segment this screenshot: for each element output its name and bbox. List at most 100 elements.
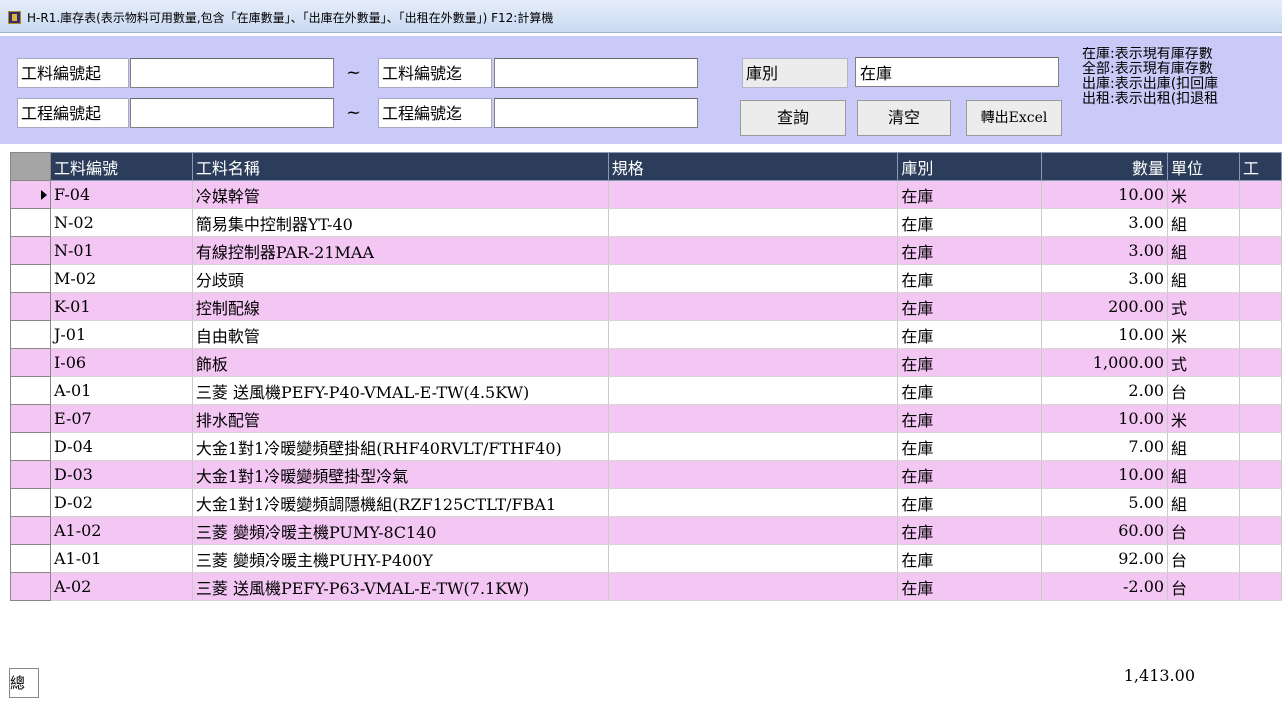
row-selector[interactable] (10, 516, 51, 545)
cell-partial[interactable] (1239, 404, 1282, 433)
row-selector[interactable] (10, 376, 51, 405)
cell-partial[interactable] (1239, 460, 1282, 489)
table-row[interactable]: D-03 大金1對1冷暖變頻壁掛型冷氣 在庫 10.00 組 (10, 460, 1282, 489)
cell-material-code[interactable]: D-04 (50, 432, 193, 461)
table-row[interactable]: N-02 簡易集中控制器YT-40 在庫 3.00 組 (10, 208, 1282, 237)
row-selector[interactable] (10, 236, 51, 265)
cell-spec[interactable] (608, 376, 899, 405)
column-header-spec[interactable]: 規格 (607, 152, 899, 181)
cell-spec[interactable] (608, 516, 899, 545)
cell-unit[interactable]: 組 (1167, 488, 1240, 517)
cell-quantity[interactable]: 10.00 (1041, 404, 1169, 433)
material-to-input[interactable] (494, 58, 698, 88)
cell-unit[interactable]: 台 (1167, 516, 1240, 545)
cell-unit[interactable]: 米 (1167, 320, 1240, 349)
table-row[interactable]: I-06 飾板 在庫 1,000.00 式 (10, 348, 1282, 377)
cell-material-code[interactable]: A1-01 (50, 544, 193, 573)
export-excel-button[interactable]: 轉出Excel (966, 100, 1062, 136)
clear-button[interactable]: 清空 (857, 100, 951, 136)
cell-spec[interactable] (608, 236, 899, 265)
cell-quantity[interactable]: 10.00 (1041, 320, 1169, 349)
cell-warehouse[interactable]: 在庫 (897, 516, 1043, 545)
cell-material-code[interactable]: F-04 (50, 180, 193, 209)
column-header-warehouse[interactable]: 庫別 (897, 152, 1043, 181)
cell-quantity[interactable]: 200.00 (1041, 292, 1169, 321)
cell-material-name[interactable]: 三菱 變頻冷暖主機PUMY-8C140 (192, 516, 609, 545)
cell-quantity[interactable]: 1,000.00 (1041, 348, 1169, 377)
cell-unit[interactable]: 式 (1167, 292, 1240, 321)
cell-material-name[interactable]: 有線控制器PAR-21MAA (192, 236, 609, 265)
cell-warehouse[interactable]: 在庫 (897, 208, 1043, 237)
row-selector[interactable] (10, 544, 51, 573)
row-selector[interactable] (10, 488, 51, 517)
cell-material-code[interactable]: A-02 (50, 572, 193, 601)
cell-warehouse[interactable]: 在庫 (897, 404, 1043, 433)
row-selector[interactable] (10, 572, 51, 601)
cell-material-code[interactable]: N-02 (50, 208, 193, 237)
cell-unit[interactable]: 組 (1167, 208, 1240, 237)
cell-quantity[interactable]: 2.00 (1041, 376, 1169, 405)
row-selector[interactable] (10, 432, 51, 461)
cell-quantity[interactable]: 3.00 (1041, 236, 1169, 265)
cell-partial[interactable] (1239, 348, 1282, 377)
cell-warehouse[interactable]: 在庫 (897, 236, 1043, 265)
cell-partial[interactable] (1239, 432, 1282, 461)
cell-unit[interactable]: 台 (1167, 376, 1240, 405)
table-row[interactable]: A1-01 三菱 變頻冷暖主機PUHY-P400Y 在庫 92.00 台 (10, 544, 1282, 573)
table-row[interactable]: E-07 排水配管 在庫 10.00 米 (10, 404, 1282, 433)
row-selector[interactable] (10, 348, 51, 377)
cell-material-name[interactable]: 大金1對1冷暖變頻壁掛組(RHF40RVLT/FTHF40) (192, 432, 609, 461)
cell-material-code[interactable]: E-07 (50, 404, 193, 433)
cell-unit[interactable]: 組 (1167, 264, 1240, 293)
cell-partial[interactable] (1239, 264, 1282, 293)
cell-unit[interactable]: 組 (1167, 460, 1240, 489)
cell-warehouse[interactable]: 在庫 (897, 264, 1043, 293)
cell-unit[interactable]: 組 (1167, 236, 1240, 265)
cell-unit[interactable]: 組 (1167, 432, 1240, 461)
project-to-input[interactable] (494, 98, 698, 128)
row-selector-header[interactable] (10, 152, 51, 181)
material-from-input[interactable] (130, 58, 334, 88)
cell-partial[interactable] (1239, 180, 1282, 209)
cell-partial[interactable] (1239, 208, 1282, 237)
table-row[interactable]: D-02 大金1對1冷暖變頻調隱機組(RZF125CTLT/FBA1 在庫 5.00 組 (10, 488, 1282, 517)
cell-material-code[interactable]: M-02 (50, 264, 193, 293)
cell-material-code[interactable]: D-02 (50, 488, 193, 517)
cell-material-name[interactable]: 三菱 變頻冷暖主機PUHY-P400Y (192, 544, 609, 573)
cell-quantity[interactable]: -2.00 (1041, 572, 1169, 601)
cell-material-code[interactable]: N-01 (50, 236, 193, 265)
cell-spec[interactable] (608, 432, 899, 461)
table-row[interactable]: A1-02 三菱 變頻冷暖主機PUMY-8C140 在庫 60.00 台 (10, 516, 1282, 545)
row-selector[interactable] (10, 180, 51, 209)
query-button[interactable]: 查詢 (740, 100, 846, 136)
cell-warehouse[interactable]: 在庫 (897, 488, 1043, 517)
cell-spec[interactable] (608, 488, 899, 517)
column-header-material-name[interactable]: 工料名稱 (191, 152, 609, 181)
cell-partial[interactable] (1239, 320, 1282, 349)
cell-unit[interactable]: 米 (1167, 180, 1240, 209)
cell-warehouse[interactable]: 在庫 (897, 544, 1043, 573)
cell-spec[interactable] (608, 544, 899, 573)
warehouse-input[interactable] (855, 57, 1059, 87)
cell-spec[interactable] (608, 404, 899, 433)
column-header-material-code[interactable]: 工料編號 (49, 152, 193, 181)
table-row[interactable]: A-01 三菱 送風機PEFY-P40-VMAL-E-TW(4.5KW) 在庫 2.0… (10, 376, 1282, 405)
column-header-quantity[interactable]: 數量 (1041, 152, 1169, 181)
cell-unit[interactable]: 式 (1167, 348, 1240, 377)
cell-partial[interactable] (1239, 544, 1282, 573)
cell-spec[interactable] (608, 460, 899, 489)
project-from-input[interactable] (130, 98, 334, 128)
cell-partial[interactable] (1239, 292, 1282, 321)
table-row[interactable]: M-02 分歧頭 在庫 3.00 組 (10, 264, 1282, 293)
cell-material-name[interactable]: 大金1對1冷暖變頻調隱機組(RZF125CTLT/FBA1 (192, 488, 609, 517)
cell-quantity[interactable]: 5.00 (1041, 488, 1169, 517)
cell-material-name[interactable]: 飾板 (192, 348, 609, 377)
cell-partial[interactable] (1239, 572, 1282, 601)
cell-partial[interactable] (1239, 488, 1282, 517)
cell-quantity[interactable]: 92.00 (1041, 544, 1169, 573)
cell-warehouse[interactable]: 在庫 (897, 320, 1043, 349)
cell-material-name[interactable]: 冷媒幹管 (192, 180, 609, 209)
row-selector[interactable] (10, 460, 51, 489)
cell-warehouse[interactable]: 在庫 (897, 348, 1043, 377)
cell-material-code[interactable]: A1-02 (50, 516, 193, 545)
